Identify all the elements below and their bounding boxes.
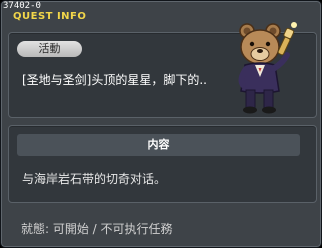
content-description: 与海岸岩石带的切奇对话。 [22, 172, 167, 186]
content-header: 内容 [17, 134, 300, 156]
quest-id-label: 37402-0 [3, 1, 41, 11]
quest-name: [圣地与圣剑]头顶的星星，脚下的.. [22, 73, 207, 87]
quest-status: 就態: 可開始 / 不可执行任務 [21, 222, 173, 236]
quest-info-window: 37402-0 QUEST INFO 活動 [圣地与圣剑]头顶的星星，脚下的.. [0, 0, 322, 248]
window-title: QUEST INFO [13, 11, 87, 22]
quest-content-panel: 内容 与海岸岩石带的切奇对话。 [8, 125, 317, 203]
activity-badge: 活動 [17, 41, 82, 57]
bear-npc-icon [238, 22, 297, 114]
